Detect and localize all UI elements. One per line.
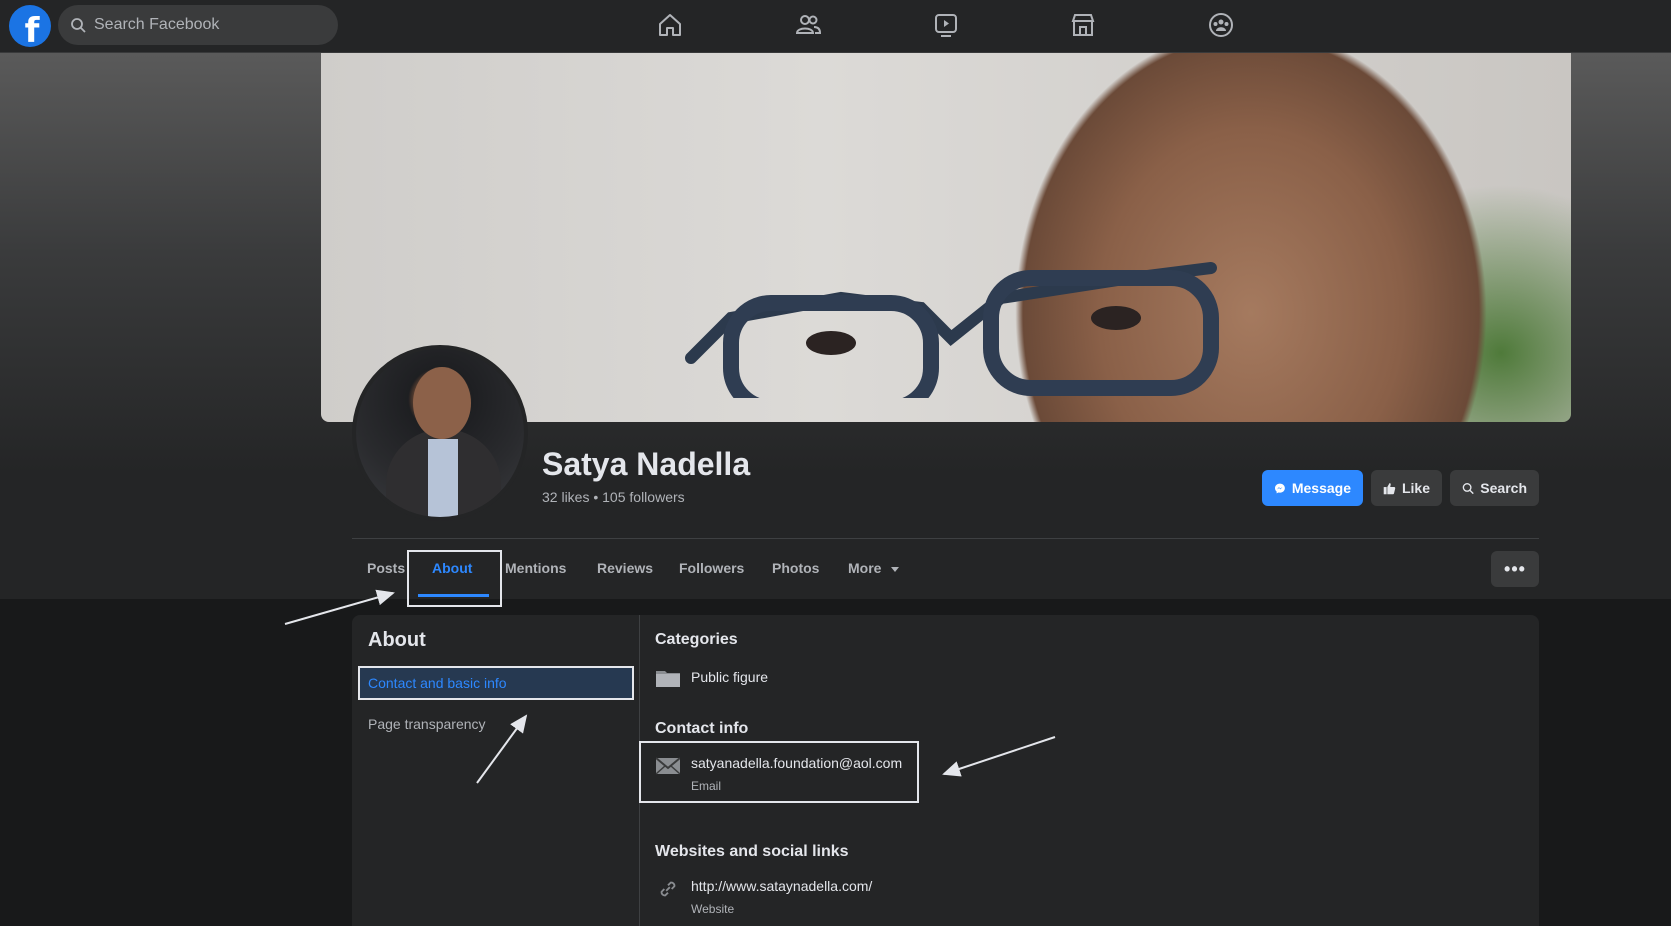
tab-more[interactable]: More	[848, 547, 900, 599]
folder-icon	[655, 667, 681, 689]
home-icon[interactable]	[653, 10, 687, 40]
link-icon	[655, 878, 681, 900]
search-input[interactable]	[94, 16, 314, 34]
tab-more-label: More	[848, 560, 882, 576]
like-button[interactable]: Like	[1371, 470, 1442, 506]
cover-photo-glasses-illustration	[685, 262, 1219, 398]
about-sidebar	[352, 615, 640, 926]
page-name: Satya Nadella	[542, 446, 751, 482]
top-navigation-bar: f	[0, 0, 1671, 53]
about-title: About	[368, 629, 426, 651]
page-search-button[interactable]: Search	[1450, 470, 1539, 506]
watch-icon[interactable]	[929, 10, 963, 40]
tab-mentions[interactable]: Mentions	[505, 547, 566, 599]
annotation-highlight-about-tab	[407, 550, 502, 607]
website-row: http://www.sataynadella.com/ Website	[655, 878, 872, 916]
category-row: Public figure	[655, 667, 768, 689]
tab-photos[interactable]: Photos	[772, 547, 819, 599]
website-label: Website	[691, 902, 735, 916]
page-search-button-label: Search	[1480, 480, 1527, 496]
profile-picture[interactable]	[352, 345, 528, 521]
sidebar-item-page-transparency[interactable]: Page transparency	[368, 716, 486, 732]
sidebar-item-label: Contact and basic info	[368, 675, 507, 691]
page-stats[interactable]: 32 likes • 105 followers	[542, 489, 685, 505]
more-options-button[interactable]: •••	[1491, 551, 1539, 587]
friends-icon[interactable]	[791, 10, 825, 40]
like-button-label: Like	[1401, 480, 1430, 496]
categories-heading: Categories	[655, 631, 738, 648]
marketplace-icon[interactable]	[1066, 10, 1100, 40]
header-divider	[352, 538, 1539, 539]
tab-posts[interactable]: Posts	[367, 547, 405, 599]
groups-icon[interactable]	[1204, 10, 1238, 40]
caret-down-icon	[891, 566, 900, 572]
websites-heading: Websites and social links	[655, 843, 849, 860]
cover-photo[interactable]	[321, 53, 1571, 422]
category-value[interactable]: Public figure	[691, 667, 768, 689]
message-button[interactable]: Message	[1262, 470, 1363, 506]
sidebar-item-contact-basic-info[interactable]: Contact and basic info	[358, 666, 634, 700]
contact-info-heading: Contact info	[655, 720, 749, 737]
website-link[interactable]: http://www.sataynadella.com/	[691, 878, 872, 894]
messenger-icon	[1274, 483, 1285, 493]
more-options-icon: •••	[1504, 558, 1526, 579]
tab-followers[interactable]: Followers	[679, 547, 744, 599]
search-icon	[1462, 482, 1474, 494]
annotation-highlight-email	[639, 741, 919, 803]
search-facebook-field[interactable]	[58, 5, 338, 45]
facebook-logo[interactable]: f	[9, 5, 51, 51]
thumbs-up-icon	[1383, 482, 1396, 494]
message-button-label: Message	[1291, 480, 1351, 496]
tab-reviews[interactable]: Reviews	[597, 547, 653, 599]
search-icon	[71, 18, 86, 33]
